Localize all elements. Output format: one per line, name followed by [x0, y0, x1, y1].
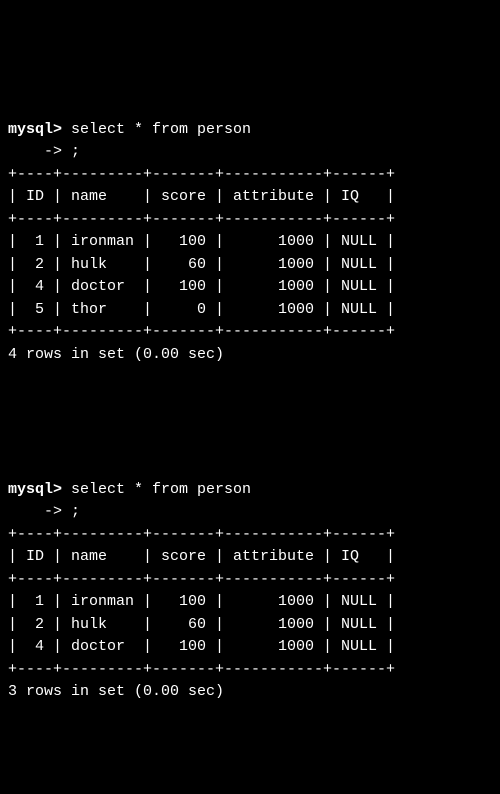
sql-query-line: select * from person — [71, 481, 251, 498]
table-header: | ID | name | score | attribute | IQ | — [8, 188, 395, 205]
table-row: | 5 | thor | 0 | 1000 | NULL | — [8, 301, 395, 318]
table-row: | 1 | ironman | 100 | 1000 | NULL | — [8, 233, 395, 250]
sql-query-line: select * from person — [71, 121, 251, 138]
table-row: | 2 | hulk | 60 | 1000 | NULL | — [8, 256, 395, 273]
mysql-continuation-prompt: -> — [8, 503, 71, 520]
query-block: mysql> select * from person -> ; +----+-… — [8, 96, 492, 366]
sql-query-line: ; — [71, 143, 80, 160]
query-block: mysql> select * from person -> ; +----+-… — [8, 456, 492, 704]
table-header: | ID | name | score | attribute | IQ | — [8, 548, 395, 565]
blank-line — [8, 389, 492, 412]
table-border: +----+---------+-------+-----------+----… — [8, 526, 395, 543]
table-border: +----+---------+-------+-----------+----… — [8, 661, 395, 678]
table-row: | 2 | hulk | 60 | 1000 | NULL | — [8, 616, 395, 633]
table-border: +----+---------+-------+-----------+----… — [8, 211, 395, 228]
mysql-continuation-prompt: -> — [8, 143, 71, 160]
table-row: | 4 | doctor | 100 | 1000 | NULL | — [8, 278, 395, 295]
table-border: +----+---------+-------+-----------+----… — [8, 166, 395, 183]
mysql-prompt: mysql> — [8, 121, 71, 138]
result-status: 4 rows in set (0.00 sec) — [8, 346, 224, 363]
mysql-prompt: mysql> — [8, 481, 71, 498]
table-row: | 4 | doctor | 100 | 1000 | NULL | — [8, 638, 395, 655]
table-border: +----+---------+-------+-----------+----… — [8, 571, 395, 588]
sql-query-line: ; — [71, 503, 80, 520]
table-border: +----+---------+-------+-----------+----… — [8, 323, 395, 340]
table-row: | 1 | ironman | 100 | 1000 | NULL | — [8, 593, 395, 610]
result-status: 3 rows in set (0.00 sec) — [8, 683, 224, 700]
